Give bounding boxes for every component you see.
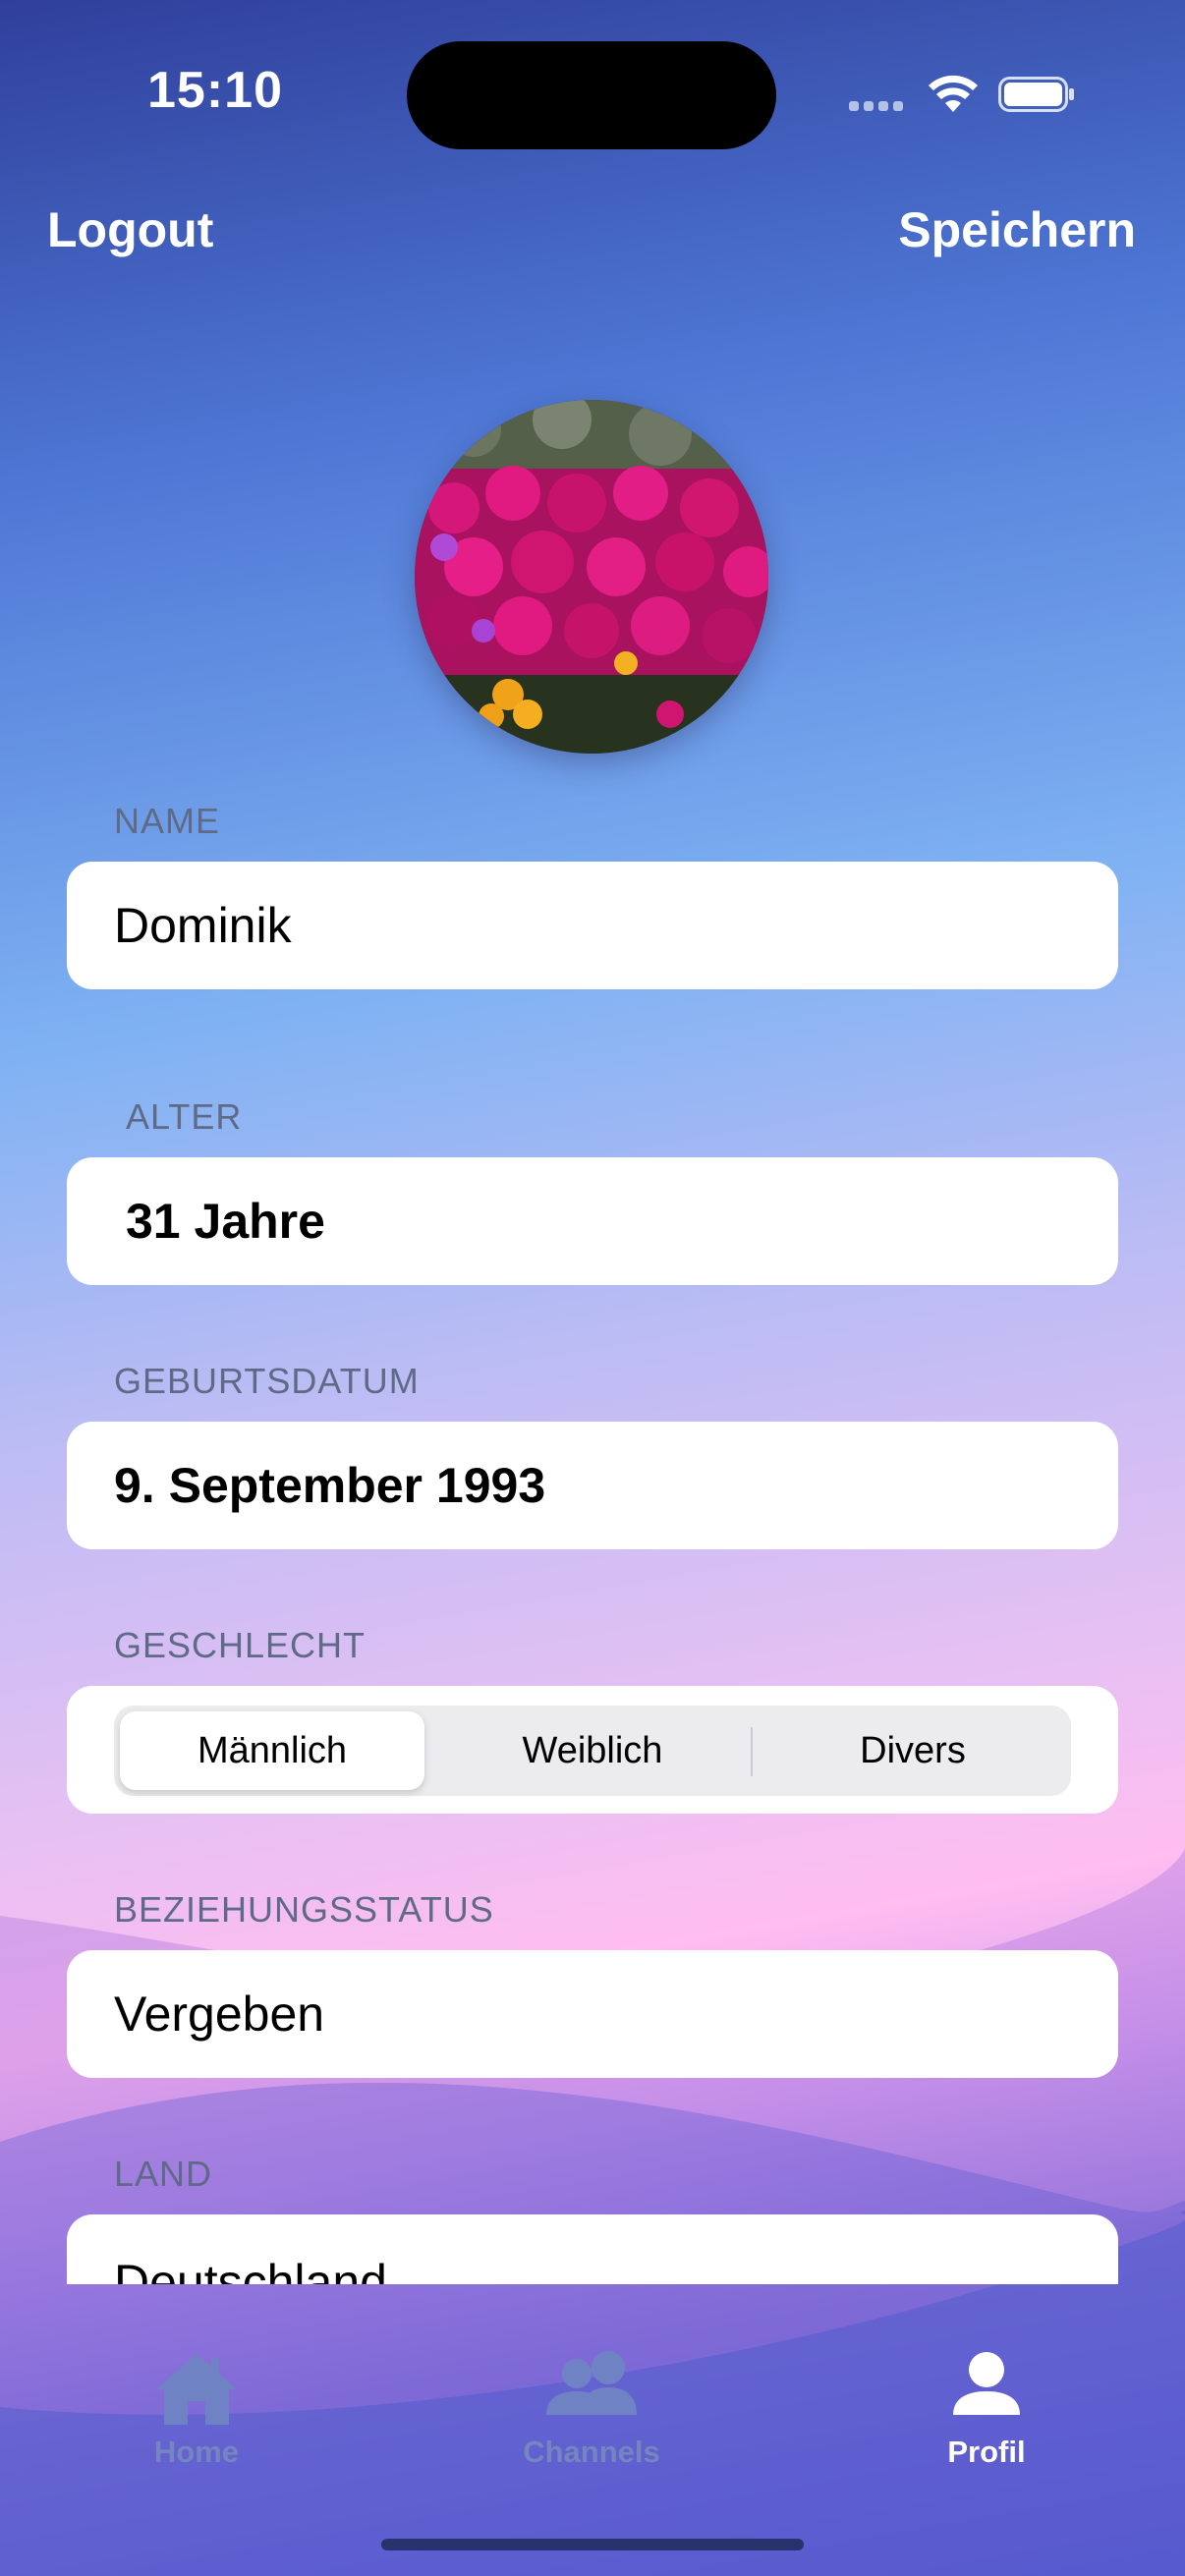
gender-segmented-control: Männlich Weiblich Divers: [114, 1706, 1071, 1796]
gender-option-diverse[interactable]: Divers: [761, 1711, 1065, 1790]
tab-channels[interactable]: Channels: [493, 2350, 690, 2470]
age-field: 31 Jahre: [67, 1157, 1118, 1285]
country-field[interactable]: Deutschland: [67, 2214, 1118, 2284]
birthdate-label: GEBURTSDATUM: [114, 1361, 420, 1401]
people-icon: [546, 2351, 637, 2415]
country-label: LAND: [114, 2154, 213, 2194]
gender-option-male[interactable]: Männlich: [120, 1711, 424, 1790]
tab-channels-label: Channels: [523, 2435, 660, 2469]
home-indicator: [381, 2539, 804, 2550]
name-label: NAME: [114, 801, 221, 841]
tab-home[interactable]: Home: [98, 2350, 295, 2470]
profile-form: NAME Dominik ALTER 31 Jahre GEBURTSDATUM…: [0, 0, 1185, 2284]
age-label: ALTER: [126, 1096, 243, 1137]
birthdate-picker[interactable]: 9. September 1993: [67, 1422, 1118, 1549]
tab-profile[interactable]: Profil: [888, 2350, 1085, 2470]
gender-card: Männlich Weiblich Divers: [67, 1686, 1118, 1814]
gender-label: GESCHLECHT: [114, 1625, 367, 1665]
person-icon: [953, 2352, 1020, 2415]
tab-home-label: Home: [153, 2435, 240, 2469]
relationship-field[interactable]: Vergeben: [67, 1950, 1118, 2078]
house-icon: [156, 2354, 237, 2425]
tab-profile-label: Profil: [947, 2435, 1026, 2469]
gender-option-female[interactable]: Weiblich: [440, 1711, 745, 1790]
relationship-label: BEZIEHUNGSSTATUS: [114, 1889, 494, 1930]
segment-divider: [751, 1727, 753, 1776]
name-field[interactable]: Dominik: [67, 862, 1118, 989]
